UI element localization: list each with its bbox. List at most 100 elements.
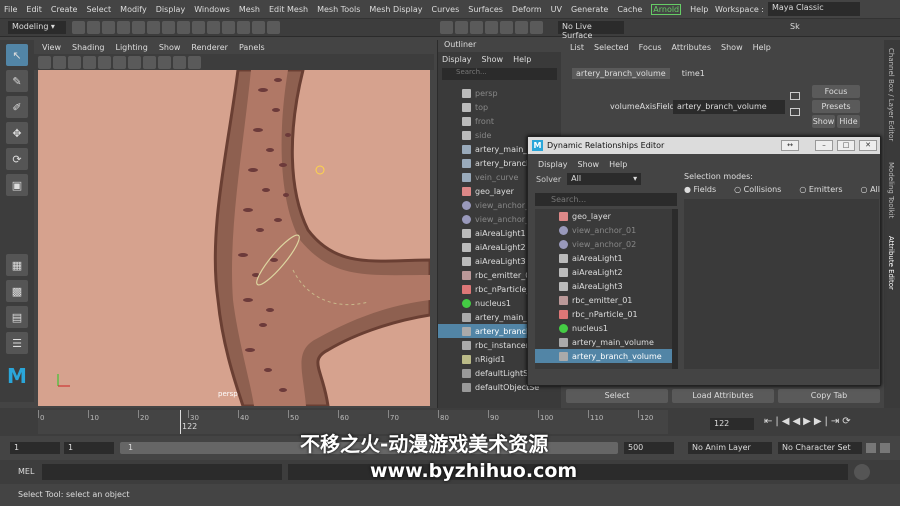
solver-dropdown[interactable]: All ▾ — [567, 173, 642, 185]
current-time-marker[interactable] — [180, 410, 181, 434]
snap-view-icon[interactable] — [252, 21, 265, 34]
list-layout-icon[interactable]: ☰ — [6, 332, 28, 354]
command-input[interactable] — [42, 464, 282, 480]
menu-edit-mesh[interactable]: Edit Mesh — [269, 5, 308, 14]
character-set-dropdown[interactable]: No Character Set — [778, 442, 862, 454]
tab-modeling-toolkit[interactable]: Modeling Toolkit — [887, 162, 895, 232]
undo-icon[interactable] — [117, 21, 130, 34]
menu-select[interactable]: Select — [86, 5, 111, 14]
viewport-3d[interactable]: persp — [38, 70, 430, 406]
dre-item[interactable]: aiAreaLight3 — [535, 279, 677, 293]
xray-icon[interactable] — [188, 56, 201, 69]
folder-icon[interactable] — [72, 21, 85, 34]
menu-create[interactable]: Create — [51, 5, 78, 14]
dre-item[interactable]: rbc_nParticle_01 — [535, 307, 677, 321]
dre-titlebar[interactable]: M Dynamic Relationships Editor ↔ – □ ✕ — [528, 137, 880, 154]
current-frame-field[interactable]: 122 — [710, 418, 754, 430]
live-surface-field[interactable]: No Live Surface — [558, 21, 624, 40]
dre-item[interactable]: rbc_emitter_01 — [535, 293, 677, 307]
menu-deform[interactable]: Deform — [512, 5, 542, 14]
dre-connections-list[interactable] — [684, 199, 879, 369]
viewport-menu-panels[interactable]: Panels — [239, 43, 265, 52]
outliner-item[interactable]: front — [438, 114, 561, 128]
start-time-field[interactable]: 1 — [10, 442, 60, 454]
menu-display[interactable]: Display — [156, 5, 186, 14]
menu-curves[interactable]: Curves — [431, 5, 459, 14]
minimize-icon[interactable]: – — [815, 140, 833, 151]
ae-menu-selected[interactable]: Selected — [594, 43, 629, 52]
anim-layer-dropdown[interactable]: No Anim Layer — [688, 442, 772, 454]
outliner-menu-show[interactable]: Show — [482, 55, 504, 64]
mode-dropdown[interactable]: Modeling ▾ — [8, 21, 66, 34]
ae-menu-focus[interactable]: Focus — [639, 43, 662, 52]
snap-grid-icon[interactable] — [207, 21, 220, 34]
dre-list-scrollbar[interactable] — [672, 209, 678, 369]
select-by-icon[interactable] — [192, 21, 205, 34]
paint-select-icon[interactable]: ✐ — [6, 96, 28, 118]
workspace-dropdown[interactable]: Maya Classic — [768, 2, 860, 16]
ae-select-icon[interactable] — [790, 92, 800, 100]
sign-in[interactable]: Sk — [790, 22, 800, 31]
viewport-menu-lighting[interactable]: Lighting — [115, 43, 147, 52]
tab-attribute-editor[interactable]: Attribute Editor — [887, 236, 895, 306]
playback-controls[interactable]: ⇤|◀◀▶▶|⇥⟳ — [764, 416, 854, 427]
history-icon[interactable] — [440, 21, 453, 34]
ae-tab-time[interactable]: time1 — [682, 69, 705, 78]
menu-uv[interactable]: UV — [551, 5, 562, 14]
hierarchy-icon[interactable] — [147, 21, 160, 34]
bookmark-icon[interactable] — [68, 56, 81, 69]
viewport-menu-renderer[interactable]: Renderer — [191, 43, 228, 52]
shadows-icon[interactable] — [158, 56, 171, 69]
textured-icon[interactable] — [128, 56, 141, 69]
presets-button[interactable]: Presets — [812, 100, 860, 113]
viewport-menu-show[interactable]: Show — [159, 43, 181, 52]
rotate-tool-icon[interactable]: ⟳ — [6, 148, 28, 170]
render-icon[interactable] — [455, 21, 468, 34]
outliner-layout-icon[interactable]: ▤ — [6, 306, 28, 328]
outliner-menu-display[interactable]: Display — [442, 55, 472, 64]
outliner-item[interactable]: persp — [438, 86, 561, 100]
close-icon[interactable]: ✕ — [859, 140, 877, 151]
single-view-icon[interactable]: ▦ — [6, 254, 28, 276]
isolate-icon[interactable] — [173, 56, 186, 69]
focus-button[interactable]: Focus — [812, 85, 860, 98]
lasso-tool-icon[interactable]: ✎ — [6, 70, 28, 92]
wireframe-icon[interactable] — [98, 56, 111, 69]
mode-all-radio[interactable]: ○ All — [861, 185, 880, 194]
menu-file[interactable]: File — [4, 5, 17, 14]
grid-icon[interactable] — [83, 56, 96, 69]
dre-item[interactable]: geo_layer — [535, 209, 677, 223]
snap-surface-icon[interactable] — [267, 21, 280, 34]
move-tool-icon[interactable]: ✥ — [6, 122, 28, 144]
component-mode-icon[interactable] — [177, 21, 190, 34]
menu-modify[interactable]: Modify — [120, 5, 147, 14]
four-view-icon[interactable]: ▩ — [6, 280, 28, 302]
dre-item[interactable]: aiAreaLight2 — [535, 265, 677, 279]
ipr-icon[interactable] — [470, 21, 483, 34]
menu-cache[interactable]: Cache — [617, 5, 642, 14]
playback-start-field[interactable]: 1 — [64, 442, 114, 454]
dre-item[interactable]: artery_branch_volume — [535, 349, 677, 363]
select-tool-icon[interactable]: ↖ — [6, 44, 28, 66]
menu-mesh[interactable]: Mesh — [239, 5, 260, 14]
ae-select-button[interactable]: Select — [566, 389, 668, 403]
dre-menu-display[interactable]: Display — [538, 160, 568, 169]
dre-item[interactable]: aiAreaLight1 — [535, 251, 677, 265]
resize-arrows-icon[interactable]: ↔ — [781, 140, 799, 151]
dre-item[interactable]: view_anchor_01 — [535, 223, 677, 237]
magnet-icon[interactable] — [530, 21, 543, 34]
outliner-menu-help[interactable]: Help — [513, 55, 531, 64]
ae-menu-attributes[interactable]: Attributes — [672, 43, 712, 52]
ae-tab-node[interactable]: artery_branch_volume — [572, 67, 670, 79]
menu-arnold[interactable]: Arnold — [651, 3, 682, 15]
ae-menu-show[interactable]: Show — [721, 43, 743, 52]
mode-fields-radio[interactable]: ● Fields — [684, 185, 716, 194]
smooth-shade-icon[interactable] — [113, 56, 126, 69]
copy-tab-button[interactable]: Copy Tab — [778, 389, 880, 403]
camera-attr-icon[interactable] — [53, 56, 66, 69]
ae-menu-help[interactable]: Help — [753, 43, 771, 52]
object-mode-icon[interactable] — [162, 21, 175, 34]
dre-item[interactable]: view_anchor_02 — [535, 237, 677, 251]
camera-icon[interactable] — [38, 56, 51, 69]
mode-emitters-radio[interactable]: ○ Emitters — [799, 185, 842, 194]
